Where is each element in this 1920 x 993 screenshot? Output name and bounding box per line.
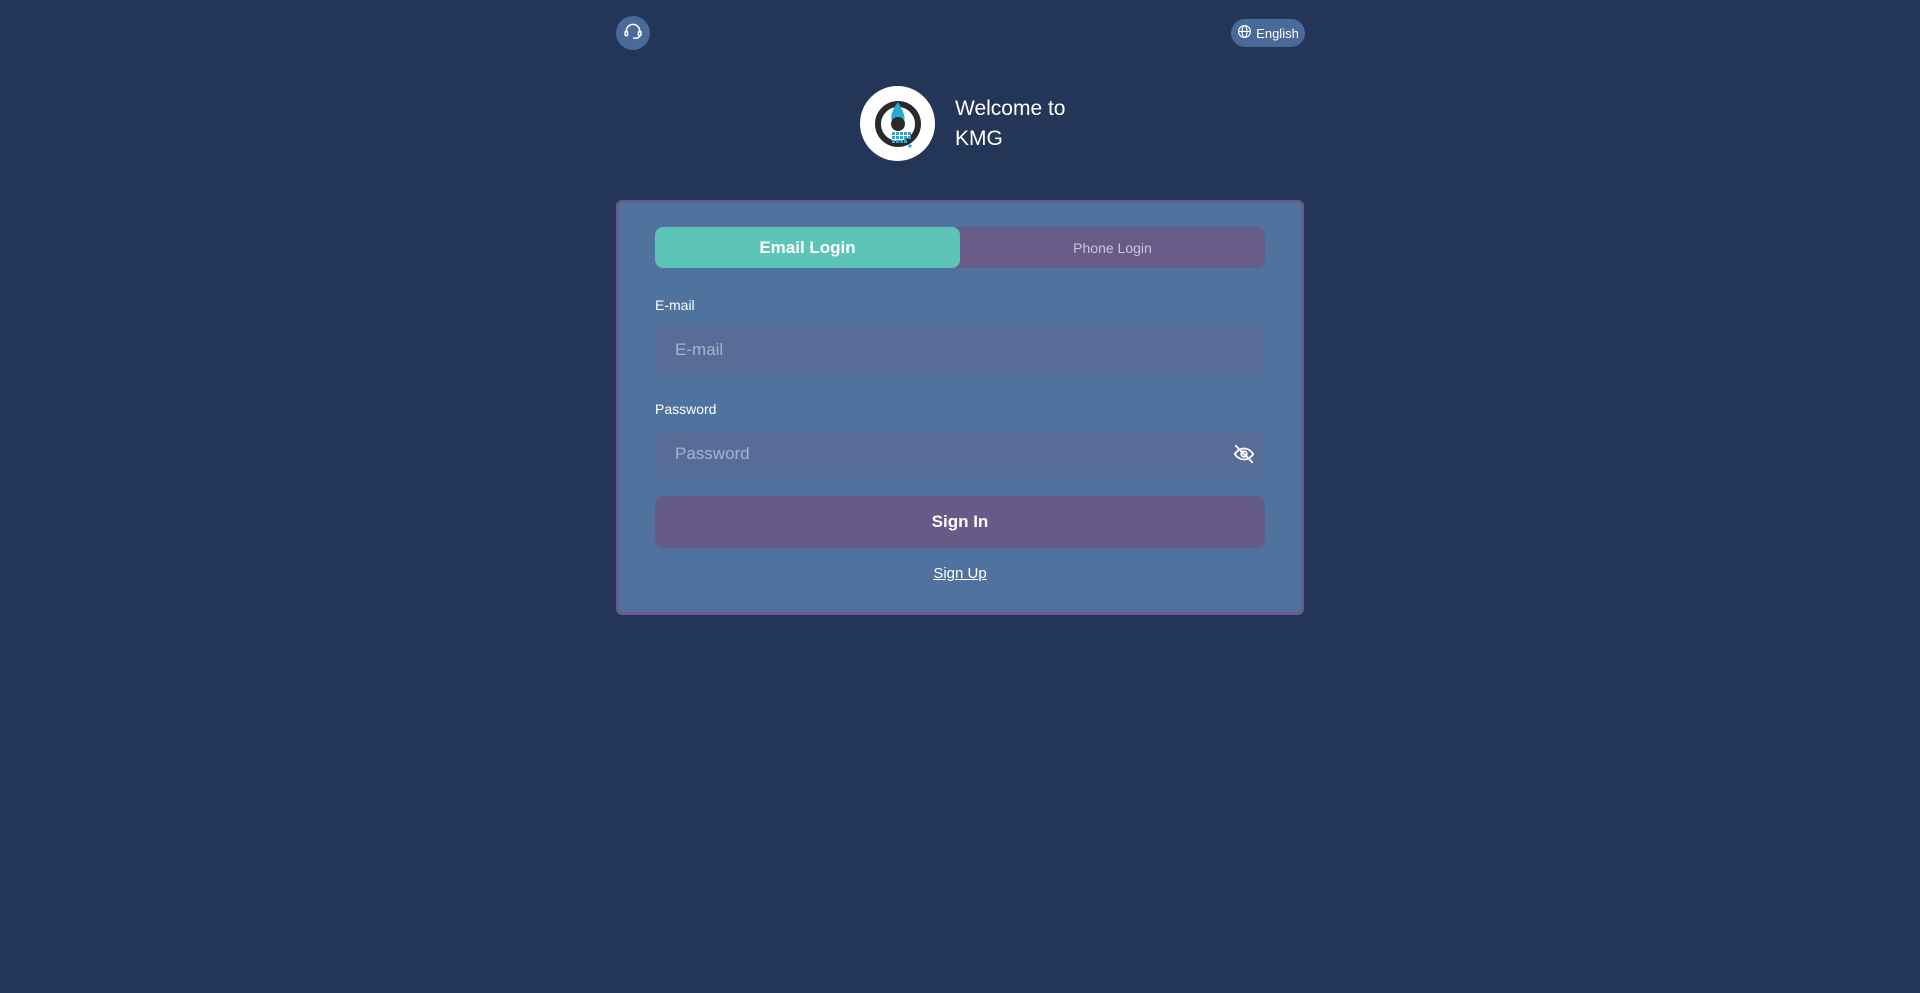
language-selector[interactable]: English (1231, 19, 1305, 47)
tab-phone-login[interactable]: Phone Login (960, 227, 1265, 268)
globe-icon (1237, 24, 1252, 42)
kmg-logo (860, 86, 935, 161)
email-field[interactable] (655, 326, 1265, 374)
welcome-line: Welcome to (955, 96, 1066, 120)
password-label: Password (655, 401, 717, 417)
support-button[interactable] (616, 16, 650, 50)
sign-up-link[interactable]: Sign Up (933, 565, 986, 582)
tab-email-login[interactable]: Email Login (655, 227, 960, 268)
login-card: Email Login Phone Login E-mail Password … (616, 200, 1304, 615)
headset-icon (623, 21, 643, 46)
brand-header: Welcome to KMG (860, 86, 1095, 161)
email-label: E-mail (655, 297, 695, 313)
login-page: English Welcome to KMG Email Login Phone… (0, 0, 1920, 993)
password-field-wrapper (655, 430, 1265, 478)
eye-off-icon[interactable] (1233, 443, 1255, 465)
language-label: English (1256, 25, 1299, 41)
welcome-text: Welcome to KMG (955, 94, 1095, 154)
sign-up-row: Sign Up (619, 565, 1301, 582)
password-field[interactable] (655, 430, 1265, 478)
email-field-wrapper (655, 326, 1265, 374)
sign-in-button[interactable]: Sign In (655, 496, 1265, 548)
login-method-tabs: Email Login Phone Login (655, 227, 1265, 268)
brand-name: KMG (955, 126, 1003, 150)
